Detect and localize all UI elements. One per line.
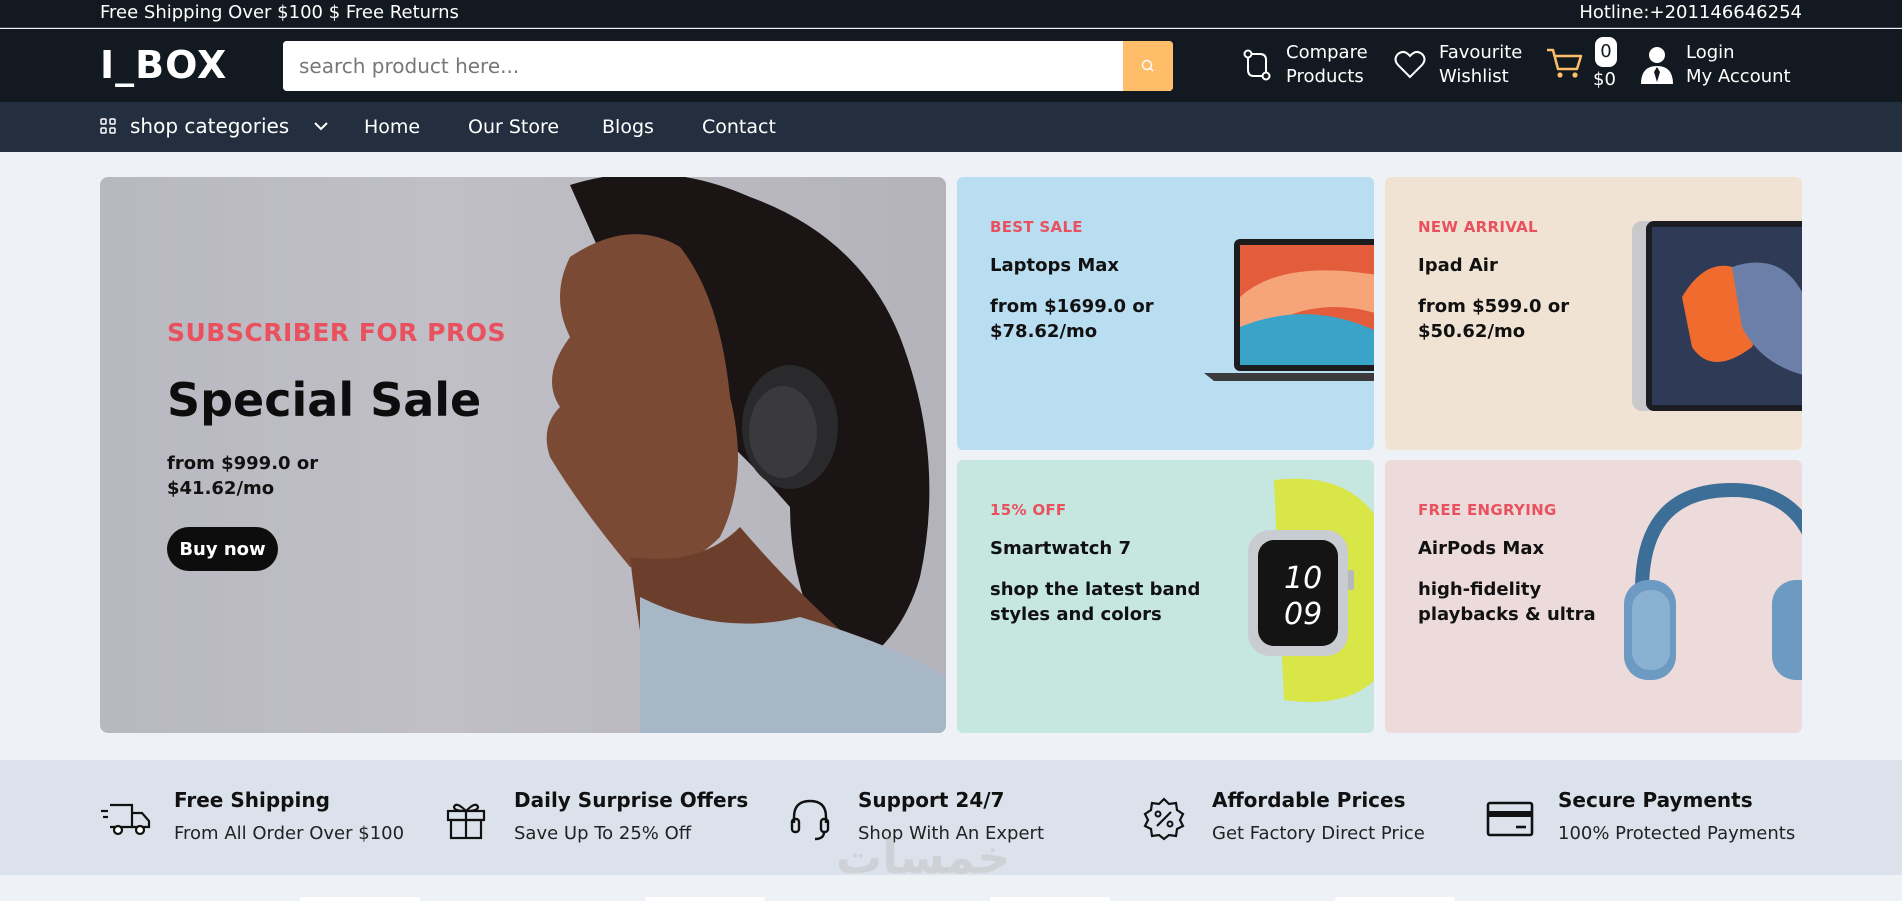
compare-icon (1240, 48, 1274, 82)
card-edge (990, 897, 1110, 901)
service-subtitle: 100% Protected Payments (1558, 823, 1796, 844)
service-subtitle: From All Order Over $100 (174, 823, 405, 844)
card-edge (300, 897, 420, 901)
search-bar (283, 41, 1173, 91)
service-title: Affordable Prices (1212, 788, 1406, 812)
service-subtitle: Save Up To 25% Off (514, 823, 692, 844)
tablet-image (1632, 221, 1802, 411)
wishlist-label-2: Wishlist (1439, 66, 1509, 87)
tile-title: AirPods Max (1418, 538, 1545, 559)
search-input[interactable] (283, 41, 1123, 91)
search-icon (1141, 59, 1154, 72)
tile-title: Ipad Air (1418, 255, 1498, 276)
gift-icon (440, 793, 492, 845)
wishlist-label-1: Favourite (1439, 42, 1523, 63)
service-daily-offers: Daily Surprise Offers Save Up To 25% Off (440, 787, 748, 845)
shop-categories-label: shop categories (130, 114, 290, 138)
compare-label-1: Compare (1286, 42, 1368, 63)
my-account-label: My Account (1686, 66, 1791, 87)
card-icon (1484, 793, 1536, 845)
hero-title: Special Sale (167, 373, 482, 427)
promo-tile-laptops[interactable]: BEST SALE Laptops Max from $1699.0 or $7… (957, 177, 1374, 450)
cart-total: $0 (1593, 69, 1616, 90)
truck-icon (100, 793, 152, 845)
site-logo[interactable]: I_BOX (100, 43, 227, 87)
service-title: Free Shipping (174, 788, 330, 812)
tile-description: high-fidelity playbacks & ultra (1418, 579, 1596, 625)
tile-eyebrow: NEW ARRIVAL (1418, 218, 1538, 236)
card-edge (1335, 897, 1455, 901)
tile-title: Laptops Max (990, 255, 1120, 276)
service-title: Daily Surprise Offers (514, 788, 749, 812)
headset-icon (784, 793, 836, 845)
cart-link[interactable]: 0 $0 (1545, 37, 1620, 93)
heart-icon (1393, 48, 1427, 82)
shop-categories-dropdown[interactable]: shop categories (100, 114, 329, 138)
tile-eyebrow: FREE ENGRYING (1418, 501, 1557, 519)
discount-icon (1138, 793, 1190, 845)
main-promo-banner[interactable]: SUBSCRIBER FOR PROS Special Sale from $9… (100, 177, 946, 733)
tile-eyebrow: 15% OFF (990, 501, 1067, 519)
promo-tile-ipad[interactable]: NEW ARRIVAL Ipad Air from $599.0 or $50.… (1385, 177, 1802, 450)
hotline-text[interactable]: Hotline:+201146646254 (1579, 2, 1802, 23)
login-label: Login (1686, 42, 1735, 63)
main-navigation: shop categories Home Our Store Blogs Con… (0, 102, 1902, 152)
cart-icon (1545, 47, 1585, 85)
wishlist-link[interactable]: Favourite Wishlist (1393, 41, 1522, 89)
svg-text:09: 09 (1284, 597, 1322, 632)
tile-description: from $599.0 or $50.62/mo (1418, 296, 1570, 342)
compare-products-link[interactable]: Compare Products (1240, 41, 1368, 89)
compare-label-2: Products (1286, 66, 1364, 87)
promo-text: Free Shipping Over $100 $ Free Returns (100, 2, 459, 23)
service-affordable-prices: Affordable Prices Get Factory Direct Pri… (1138, 787, 1425, 845)
tile-title: Smartwatch 7 (990, 538, 1132, 559)
nav-blogs[interactable]: Blogs (602, 116, 654, 138)
laptop-image (1204, 239, 1374, 381)
headphones-image (1624, 482, 1802, 680)
service-subtitle: Get Factory Direct Price (1212, 823, 1425, 844)
tile-description: shop the latest band styles and colors (990, 579, 1201, 625)
hero-price: from $999.0 or $41.62/mo (167, 453, 319, 499)
promo-tile-airpods[interactable]: FREE ENGRYING AirPods Max high-fidelity … (1385, 460, 1802, 733)
service-free-shipping: Free Shipping From All Order Over $100 (100, 787, 404, 845)
account-link[interactable]: Login My Account (1640, 41, 1791, 89)
tile-eyebrow: BEST SALE (990, 218, 1083, 236)
nav-contact[interactable]: Contact (702, 116, 776, 138)
tile-description: from $1699.0 or $78.62/mo (990, 296, 1154, 342)
service-title: Support 24/7 (858, 788, 1005, 812)
hero-eyebrow: SUBSCRIBER FOR PROS (167, 318, 506, 347)
card-edge (645, 897, 765, 901)
top-announcement-bar: Free Shipping Over $100 $ Free Returns H… (0, 0, 1902, 28)
svg-text:10: 10 (1284, 561, 1322, 596)
promo-tile-smartwatch[interactable]: 10 09 15% OFF Smartwatch 7 shop the late… (957, 460, 1374, 733)
next-section-edge (0, 875, 1902, 901)
grid-icon (100, 118, 116, 134)
search-button[interactable] (1123, 41, 1173, 91)
service-secure-payments: Secure Payments 100% Protected Payments (1484, 787, 1795, 845)
service-title: Secure Payments (1558, 788, 1753, 812)
main-header: I_BOX Compare Products (0, 29, 1902, 102)
chevron-down-icon (314, 122, 328, 131)
buy-now-button[interactable]: Buy now (167, 527, 278, 571)
nav-our-store[interactable]: Our Store (468, 116, 559, 138)
user-icon (1640, 47, 1674, 84)
cart-count-badge: 0 (1595, 37, 1617, 67)
nav-home[interactable]: Home (364, 116, 420, 138)
